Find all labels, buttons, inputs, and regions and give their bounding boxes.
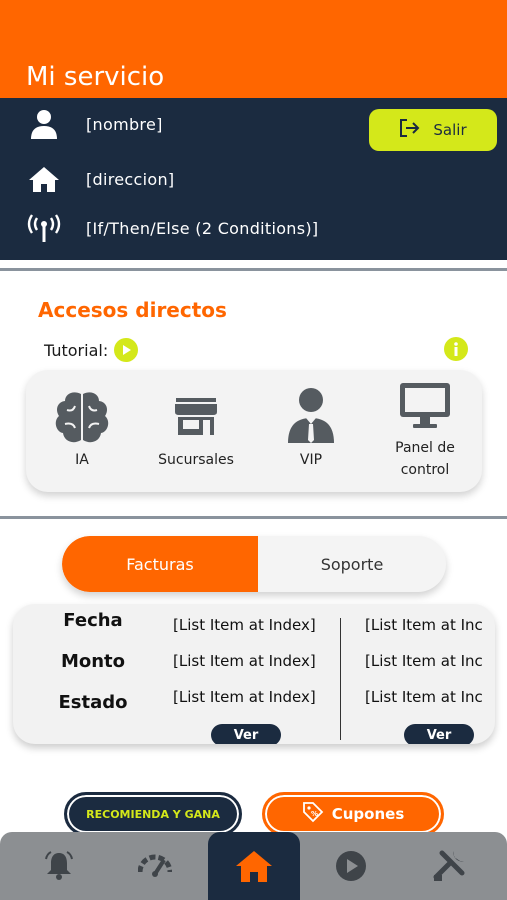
invoice-date-value: [List Item at Index] bbox=[173, 616, 316, 634]
profile-name-row: [nombre] bbox=[0, 104, 163, 144]
nav-notifications[interactable] bbox=[14, 832, 104, 900]
vip-user-icon bbox=[261, 386, 361, 444]
nav-media[interactable] bbox=[306, 832, 396, 900]
tutorial-row: Tutorial: bbox=[44, 338, 139, 362]
shortcut-label-line2: control bbox=[400, 462, 450, 478]
bell-icon bbox=[45, 851, 73, 880]
monitor-icon bbox=[375, 382, 475, 430]
shortcut-label: IA bbox=[75, 452, 89, 468]
shortcut-panel-control[interactable]: Panel de control bbox=[375, 370, 475, 492]
info-icon bbox=[454, 342, 458, 356]
page-title: Mi servicio bbox=[26, 62, 165, 92]
tab-soporte[interactable]: Soporte bbox=[258, 536, 446, 592]
tutorial-play-button[interactable] bbox=[114, 338, 139, 362]
invoice-amount-value: [List Item at Inc bbox=[365, 652, 483, 670]
speed-icon bbox=[138, 854, 172, 877]
invoice-status-label: Estado bbox=[58, 692, 128, 713]
app-header: Mi servicio bbox=[0, 0, 507, 98]
coupons-button[interactable]: % Cupones bbox=[262, 792, 444, 836]
antenna-icon bbox=[24, 213, 64, 243]
invoice-view-button[interactable]: Ver bbox=[211, 724, 281, 744]
profile-address: [direccion] bbox=[86, 169, 175, 189]
invoices-card: Fecha Monto Estado [List Item at Index] … bbox=[13, 604, 495, 744]
logout-button[interactable]: Salir bbox=[369, 109, 497, 151]
shortcut-sucursales[interactable]: Sucursales bbox=[146, 370, 246, 492]
home-icon bbox=[236, 851, 272, 882]
profile-name: [nombre] bbox=[86, 114, 163, 134]
user-icon bbox=[24, 108, 64, 140]
invoice-status-value: [List Item at Inc bbox=[365, 688, 483, 706]
invoice-status-value: [List Item at Index] bbox=[173, 688, 316, 706]
store-icon bbox=[146, 396, 246, 436]
tab-bar: Facturas Soporte bbox=[62, 536, 446, 592]
section-divider bbox=[0, 268, 507, 271]
coupons-label: Cupones bbox=[331, 805, 405, 823]
shortcut-label: Sucursales bbox=[158, 452, 234, 468]
shortcuts-card: IA Sucursales VIP Panel de control bbox=[26, 370, 482, 492]
profile-connection-row: [If/Then/Else (2 Conditions)] bbox=[0, 208, 318, 248]
svg-text:%: % bbox=[311, 810, 318, 818]
logout-label: Salir bbox=[433, 121, 467, 139]
invoice-date-label: Fecha bbox=[63, 610, 123, 631]
tools-icon bbox=[433, 850, 465, 881]
column-separator bbox=[340, 618, 341, 740]
invoice-date-value: [List Item at Inc bbox=[365, 616, 483, 634]
play-icon bbox=[123, 345, 132, 355]
section-divider bbox=[0, 516, 507, 519]
tutorial-label: Tutorial: bbox=[44, 340, 109, 360]
shortcut-label: VIP bbox=[299, 452, 323, 468]
tab-facturas[interactable]: Facturas bbox=[62, 536, 258, 592]
profile-panel: [nombre] [direccion] [If/Then/Else (2 Co… bbox=[0, 98, 507, 260]
coupon-tag-icon: % bbox=[302, 801, 324, 827]
nav-home[interactable] bbox=[208, 832, 300, 900]
referral-button[interactable]: RECOMIENDA Y GANA bbox=[64, 792, 242, 836]
shortcut-label-line1: Panel de bbox=[395, 440, 455, 456]
shortcuts-title: Accesos directos bbox=[38, 298, 227, 322]
invoice-amount-value: [List Item at Index] bbox=[173, 652, 316, 670]
home-icon bbox=[24, 165, 64, 193]
profile-address-row: [direccion] bbox=[0, 159, 174, 199]
play-icon bbox=[336, 851, 366, 881]
profile-connection-status: [If/Then/Else (2 Conditions)] bbox=[86, 218, 319, 238]
invoice-view-button[interactable]: Ver bbox=[404, 724, 474, 744]
shortcut-vip[interactable]: VIP bbox=[261, 370, 361, 492]
nav-speed[interactable] bbox=[110, 832, 200, 900]
shortcut-ia[interactable]: IA bbox=[32, 370, 132, 492]
brain-icon bbox=[32, 390, 132, 446]
logout-icon bbox=[399, 118, 421, 142]
nav-tools[interactable] bbox=[404, 832, 494, 900]
invoice-amount-label: Monto bbox=[60, 651, 126, 672]
info-button[interactable] bbox=[444, 337, 468, 361]
